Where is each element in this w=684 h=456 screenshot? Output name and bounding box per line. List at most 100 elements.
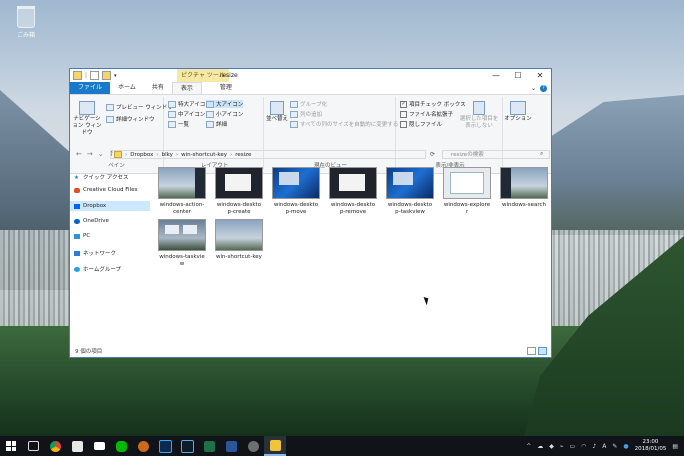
nav-pc[interactable]: PC — [74, 233, 90, 239]
qat-dropdown-icon[interactable]: ▾ — [114, 73, 117, 79]
group-by-button[interactable]: グループ化 — [290, 100, 327, 108]
nav-onedrive[interactable]: OneDrive — [74, 218, 109, 224]
breadcrumb-blky[interactable]: blky — [162, 152, 173, 158]
help-icon[interactable]: ? — [540, 84, 547, 92]
layout-details[interactable]: 詳細 — [206, 120, 227, 128]
usb-icon[interactable]: ⌁ — [560, 443, 564, 450]
layout-large-icons[interactable]: 大アイコン — [206, 100, 244, 108]
fit-columns-button[interactable]: すべての列のサイズを自動的に変更する — [290, 120, 398, 128]
tab-home[interactable]: ホーム — [110, 82, 144, 94]
breadcrumb-win-shortcut-key[interactable]: win-shortcut-key — [181, 152, 227, 158]
nav-network[interactable]: ネットワーク — [74, 249, 116, 257]
tab-manage[interactable]: 管理 — [212, 82, 240, 94]
cloud-icon — [247, 440, 259, 452]
clock[interactable]: 23:00 2018/01/05 — [635, 439, 667, 453]
taskbar-mail[interactable] — [88, 436, 110, 456]
image-thumbnail — [158, 219, 206, 251]
sort-icon — [270, 101, 284, 115]
show-hidden-icons[interactable]: ^ — [526, 443, 531, 450]
desktop-recycle-bin[interactable]: ごみ箱 — [12, 6, 40, 39]
properties-icon[interactable] — [90, 71, 100, 80]
file-extensions-toggle[interactable]: ファイル名拡張子 — [400, 110, 453, 118]
preview-pane-button[interactable]: プレビュー ウィンドウ — [106, 103, 173, 111]
forward-button[interactable]: → — [87, 150, 93, 158]
start-button[interactable] — [0, 436, 22, 456]
large-icons-view-button[interactable] — [538, 347, 547, 355]
minimize-button[interactable]: — — [485, 69, 507, 82]
image-thumbnail — [215, 167, 263, 199]
ribbon-expand-icon[interactable]: ⌄ — [531, 85, 536, 92]
taskbar-line[interactable] — [110, 436, 132, 456]
file-item[interactable]: windows-deskto p-create — [212, 167, 266, 216]
address-bar[interactable]: › Dropbox › blky › win-shortcut-key › re… — [110, 150, 426, 159]
close-button[interactable]: ✕ — [529, 69, 551, 82]
new-folder-icon[interactable] — [102, 71, 112, 80]
tab-view[interactable]: 表示 — [171, 82, 202, 94]
add-columns-button[interactable]: 列の追加 — [290, 110, 322, 118]
volume-icon[interactable]: ♪ — [592, 443, 596, 450]
wifi-icon[interactable]: ◠ — [581, 443, 586, 450]
file-item[interactable]: windows-action- center — [155, 167, 209, 216]
file-item[interactable]: win-shortcut-key — [212, 219, 266, 261]
item-checkboxes-toggle[interactable]: ✓ 項目チェック ボックス — [400, 100, 466, 108]
breadcrumb-separator: › — [175, 151, 179, 158]
hidden-items-toggle[interactable]: 隠しファイル — [400, 120, 442, 128]
sort-by-button[interactable]: 並べ替え — [266, 99, 288, 123]
taskbar-cloud-app[interactable] — [242, 436, 264, 456]
breadcrumb-dropbox[interactable]: Dropbox — [130, 152, 153, 158]
search-icon[interactable]: ⌕ — [540, 150, 543, 158]
battery-icon[interactable]: ▭ — [569, 443, 575, 450]
taskbar-photoshop[interactable] — [154, 436, 176, 456]
chrome-icon — [49, 440, 61, 452]
keyboard-icon[interactable]: ✎ — [612, 443, 617, 450]
file-item[interactable]: windows-taskvie w — [155, 219, 209, 268]
nav-homegroup[interactable]: ホームグループ — [74, 265, 121, 273]
checkbox-unchecked[interactable] — [400, 110, 407, 118]
file-item[interactable]: windows-search — [497, 167, 551, 209]
file-item[interactable]: windows-deskto p-move — [269, 167, 323, 216]
nav-creative-cloud[interactable]: Creative Cloud Files — [74, 187, 137, 193]
breadcrumb-resize[interactable]: resize — [235, 152, 251, 158]
taskbar-chrome[interactable] — [44, 436, 66, 456]
back-button[interactable]: ← — [76, 150, 82, 158]
onedrive-tray-icon[interactable]: ☁ — [537, 443, 543, 450]
ime-indicator[interactable]: A — [602, 443, 606, 450]
tab-file[interactable]: ファイル — [70, 82, 111, 94]
options-button[interactable]: オプション — [504, 99, 532, 123]
layout-list[interactable]: 一覧 — [168, 120, 189, 128]
taskbar-explorer[interactable] — [264, 436, 286, 456]
file-item[interactable]: windows-deskto p-taskview — [383, 167, 437, 216]
action-center-icon[interactable]: ▤ — [672, 443, 678, 450]
hide-selected-button[interactable]: 選択した項目を表示しない — [458, 99, 500, 130]
navigation-pane-button[interactable]: ナビゲーション ウィンドウ — [72, 99, 102, 137]
layout-small-icons[interactable]: 小アイコン — [206, 110, 243, 118]
maximize-button[interactable]: ☐ — [507, 69, 529, 82]
recent-locations-button[interactable]: ⌄ — [98, 150, 104, 158]
file-item[interactable]: windows-deskto p-remove — [326, 167, 380, 216]
file-item[interactable]: windows-explore r — [440, 167, 494, 216]
taskbar-calendar[interactable] — [66, 436, 88, 456]
taskbar-excel[interactable] — [198, 436, 220, 456]
dropbox-tray-icon[interactable]: ◆ — [549, 443, 554, 450]
details-pane-button[interactable]: 詳細ウィンドウ — [106, 115, 155, 123]
checkbox-unchecked[interactable] — [400, 120, 407, 128]
details-view-button[interactable] — [527, 347, 536, 355]
image-thumbnail — [329, 167, 377, 199]
nav-quick-access[interactable]: ★ クイック アクセス — [74, 173, 128, 182]
refresh-button[interactable]: ⟳ — [430, 151, 435, 158]
search-input[interactable]: resizeの検索 — [442, 150, 550, 159]
nav-dropbox[interactable]: Dropbox — [70, 201, 150, 211]
task-view-button[interactable] — [22, 436, 44, 456]
taskbar-lightroom[interactable] — [176, 436, 198, 456]
taskbar-photo[interactable] — [132, 436, 154, 456]
tab-share[interactable]: 共有 — [144, 82, 172, 94]
layout-xl-icons[interactable]: 特大アイコン — [168, 100, 211, 108]
system-tray: ^ ☁ ◆ ⌁ ▭ ◠ ♪ A ✎ ● 23:00 2018/01/05 ▤ — [526, 436, 684, 456]
taskbar-word[interactable] — [220, 436, 242, 456]
layout-medium-icons[interactable]: 中アイコン — [168, 110, 205, 118]
view-switcher — [527, 347, 547, 355]
people-icon[interactable]: ● — [623, 443, 628, 450]
image-thumbnail — [215, 219, 263, 251]
photoshop-icon — [158, 439, 172, 453]
checkbox-checked[interactable]: ✓ — [400, 100, 407, 108]
